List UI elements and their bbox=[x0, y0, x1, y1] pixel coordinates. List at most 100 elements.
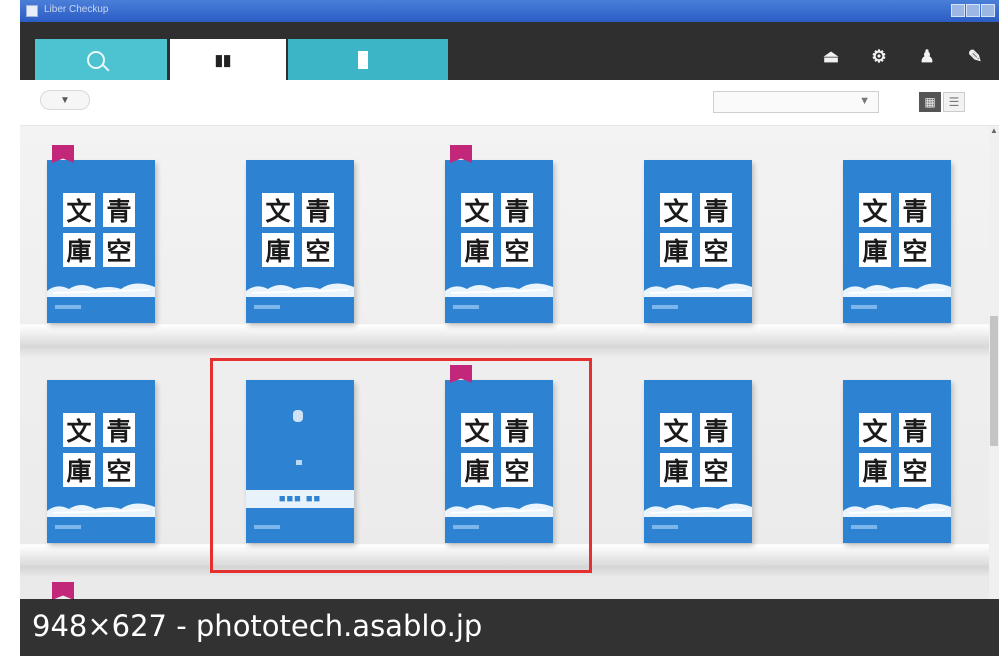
list-view-button[interactable]: ☰ bbox=[943, 92, 965, 112]
close-icon[interactable] bbox=[981, 4, 995, 17]
cover-kanji: 文 bbox=[63, 193, 95, 227]
scrollbar[interactable]: ▲ bbox=[989, 126, 999, 606]
cloud-illustration bbox=[47, 283, 155, 297]
cover-kanji: 青 bbox=[899, 413, 931, 447]
tab-store[interactable] bbox=[35, 39, 167, 80]
cover-footer bbox=[254, 305, 280, 309]
cover-kanji: 文 bbox=[859, 413, 891, 447]
tab-bar: ▮▮ ⏏ ⚙ ♟ ✎ bbox=[20, 22, 999, 80]
cover-kanji: 空 bbox=[302, 233, 334, 267]
search-icon bbox=[87, 50, 105, 69]
cloud-illustration bbox=[445, 283, 553, 297]
title-bar[interactable]: Liber Checkup bbox=[20, 0, 999, 22]
cover-kanji: 青 bbox=[103, 193, 135, 227]
app-window: Liber Checkup ▮▮ ⏏ ⚙ ♟ ✎ ▼ ▼ ▦ ☰ 文 青 庫 空… bbox=[20, 0, 999, 656]
cover-kanji: 空 bbox=[103, 233, 135, 267]
scroll-thumb[interactable] bbox=[990, 316, 998, 446]
shelf-shadow bbox=[20, 566, 999, 578]
filter-dropdown[interactable]: ▼ bbox=[40, 90, 90, 110]
cover-kanji: 庫 bbox=[461, 453, 493, 487]
shelf-shadow bbox=[20, 346, 999, 358]
cover-kanji: 空 bbox=[700, 453, 732, 487]
cloud-illustration bbox=[644, 503, 752, 517]
chevron-down-icon: ▼ bbox=[859, 95, 870, 107]
cover-kanji: 庫 bbox=[262, 233, 294, 267]
book-cover[interactable]: 文青庫空 bbox=[445, 380, 553, 543]
cover-kanji: 空 bbox=[501, 233, 533, 267]
maximize-icon[interactable] bbox=[966, 4, 980, 17]
cover-kanji: 青 bbox=[103, 413, 135, 447]
app-icon bbox=[26, 5, 38, 17]
book-cover[interactable]: ■■■ ■■ bbox=[246, 380, 354, 543]
book-cover[interactable]: 文青庫空 bbox=[47, 160, 155, 323]
scroll-up-icon[interactable]: ▲ bbox=[989, 126, 999, 136]
book-cover[interactable]: 文青庫空 bbox=[445, 160, 553, 323]
cover-kanji: 空 bbox=[103, 453, 135, 487]
cover-kanji: 青 bbox=[700, 193, 732, 227]
cloud-illustration bbox=[843, 283, 951, 297]
cover-kanji: 文 bbox=[660, 413, 692, 447]
cover-footer bbox=[453, 305, 479, 309]
books-icon: ▮▮ bbox=[214, 51, 232, 69]
cover-ornament bbox=[296, 460, 302, 465]
cover-kanji: 空 bbox=[899, 453, 931, 487]
shelf-board bbox=[20, 324, 999, 346]
cover-title: ■■■ ■■ bbox=[278, 493, 322, 505]
cover-ornament bbox=[293, 410, 303, 422]
user-icon[interactable]: ♟ bbox=[903, 40, 951, 74]
page-margin bbox=[0, 0, 20, 656]
book-cover[interactable]: 文青庫空 bbox=[644, 380, 752, 543]
cover-footer bbox=[453, 525, 479, 529]
cover-footer bbox=[55, 305, 81, 309]
toolbar: ⏏ ⚙ ♟ ✎ bbox=[807, 40, 999, 74]
cover-kanji: 庫 bbox=[660, 233, 692, 267]
gear-icon[interactable]: ⚙ bbox=[855, 40, 903, 74]
cover-kanji: 文 bbox=[262, 193, 294, 227]
book-icon bbox=[358, 50, 368, 69]
shelf-board bbox=[20, 544, 999, 566]
book-cover[interactable]: 文青庫空 bbox=[47, 380, 155, 543]
cover-kanji: 空 bbox=[501, 453, 533, 487]
cover-kanji: 庫 bbox=[63, 233, 95, 267]
caption-bar: 948×627 - phototech.asablo.jp bbox=[20, 599, 999, 656]
window-title: Liber Checkup bbox=[44, 4, 109, 15]
cover-kanji: 青 bbox=[700, 413, 732, 447]
book-cover[interactable]: 文青庫空 bbox=[644, 160, 752, 323]
cover-kanji: 文 bbox=[63, 413, 95, 447]
cover-kanji: 青 bbox=[501, 193, 533, 227]
cover-kanji: 空 bbox=[700, 233, 732, 267]
caption-text: 948×627 - phototech.asablo.jp bbox=[32, 609, 483, 643]
cover-band: ■■■ ■■ bbox=[246, 490, 354, 508]
cover-footer bbox=[652, 525, 678, 529]
cover-kanji: 庫 bbox=[461, 233, 493, 267]
cover-footer bbox=[652, 305, 678, 309]
minimize-icon[interactable] bbox=[951, 4, 965, 17]
book-cover[interactable]: 文青庫空 bbox=[843, 160, 951, 323]
cloud-illustration bbox=[246, 283, 354, 297]
grid-view-button[interactable]: ▦ bbox=[919, 92, 941, 112]
cloud-illustration bbox=[445, 503, 553, 517]
wrench-icon[interactable]: ✎ bbox=[951, 40, 999, 74]
cloud-illustration bbox=[644, 283, 752, 297]
cover-kanji: 空 bbox=[899, 233, 931, 267]
cover-footer bbox=[55, 525, 81, 529]
cover-kanji: 庫 bbox=[859, 453, 891, 487]
cover-kanji: 庫 bbox=[660, 453, 692, 487]
filter-bar: ▼ ▼ ▦ ☰ bbox=[20, 80, 999, 126]
cover-kanji: 青 bbox=[501, 413, 533, 447]
cover-kanji: 庫 bbox=[859, 233, 891, 267]
cover-kanji: 庫 bbox=[63, 453, 95, 487]
eject-icon[interactable]: ⏏ bbox=[807, 40, 855, 74]
cover-kanji: 文 bbox=[859, 193, 891, 227]
cover-footer bbox=[254, 525, 280, 529]
cover-kanji: 文 bbox=[660, 193, 692, 227]
cover-kanji: 青 bbox=[302, 193, 334, 227]
cloud-illustration bbox=[843, 503, 951, 517]
tab-library[interactable]: ▮▮ bbox=[170, 39, 286, 80]
sort-select[interactable]: ▼ bbox=[713, 91, 879, 113]
book-cover[interactable]: 文青庫空 bbox=[843, 380, 951, 543]
cloud-illustration bbox=[47, 503, 155, 517]
cover-kanji: 文 bbox=[461, 413, 493, 447]
tab-reader[interactable] bbox=[288, 39, 448, 80]
book-cover[interactable]: 文青庫空 bbox=[246, 160, 354, 323]
